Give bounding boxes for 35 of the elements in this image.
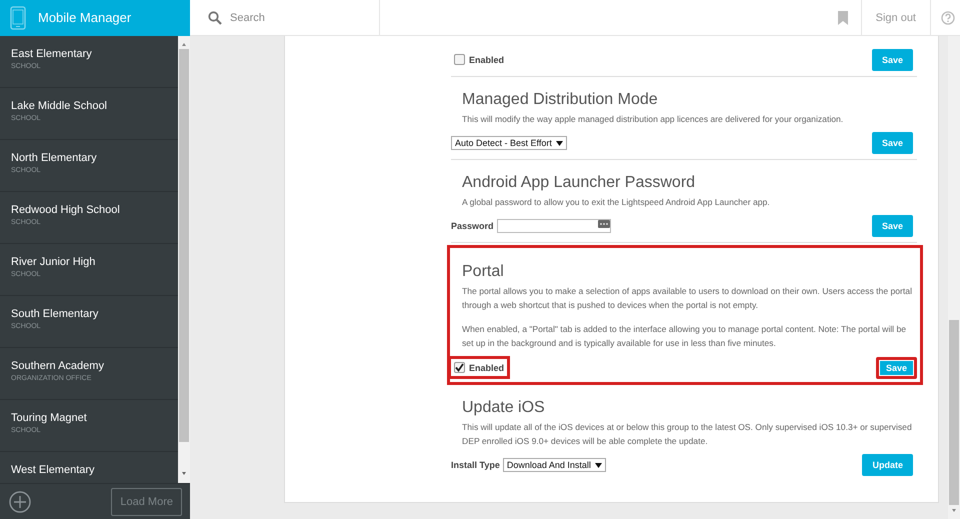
- section-description: When enabled, a "Portal" tab is added to the interface allowing you to manage portal content. Note: The portal will be set up in the background and is typically available for use in less than five minutes.: [462, 323, 908, 350]
- field-label: Install Type: [451, 460, 500, 470]
- dropdown[interactable]: Download And Install: [502, 458, 606, 472]
- section-description: This will update all of the iOS devices at or below this group to the latest OS. Only supervised iOS 10.3+ or supervised DEP enrolled iOS 9.0+ devices will be able complete the update.: [462, 421, 913, 448]
- caret-icon: [556, 140, 563, 146]
- group-name: Southern Academy: [11, 360, 105, 372]
- section-title: Managed Distribution Mode: [462, 91, 659, 109]
- add-icon[interactable]: [9, 490, 31, 512]
- group-name: River Junior High: [11, 256, 96, 268]
- section-description: This will modify the way apple managed distribution app licences are delivered for your organization.: [462, 113, 844, 126]
- checkmark-icon: [455, 363, 464, 372]
- bookmark-icon[interactable]: [838, 10, 848, 24]
- field-label: Password: [451, 221, 494, 231]
- group-name: East Elementary: [11, 48, 93, 60]
- section-title: Android App Launcher Password: [462, 174, 696, 192]
- section-description: A global password to allow you to exit the Lightspeed Android App Launcher app.: [462, 196, 771, 209]
- enabled-checkbox[interactable]: Enabled: [448, 48, 510, 71]
- dots-icon[interactable]: [598, 220, 610, 228]
- section-title: Portal: [462, 263, 505, 281]
- help-icon[interactable]: [941, 10, 955, 24]
- dropdown[interactable]: Auto Detect - Best Effort: [451, 136, 567, 150]
- app-title: Mobile Manager: [38, 10, 132, 25]
- group-name: West Elementary: [11, 464, 96, 476]
- group-name: Lake Middle School: [11, 100, 108, 112]
- group-name: Touring Magnet: [11, 412, 88, 424]
- section-description: The portal allows you to make a selection of apps available to users to download on their own. Users access the portal through a web shortcut that is pushed to devices when the portal is not empty.: [462, 285, 913, 312]
- group-name: North Elementary: [11, 152, 98, 164]
- enabled-checkbox[interactable]: Enabled: [448, 356, 510, 379]
- tablet-icon: [10, 6, 26, 30]
- password-field[interactable]: [496, 219, 611, 233]
- group-name: Redwood High School: [11, 204, 121, 216]
- caret-icon: [594, 462, 602, 468]
- search-icon: [208, 10, 222, 24]
- group-name: South Elementary: [11, 308, 100, 320]
- section-title: Update iOS: [462, 399, 546, 417]
